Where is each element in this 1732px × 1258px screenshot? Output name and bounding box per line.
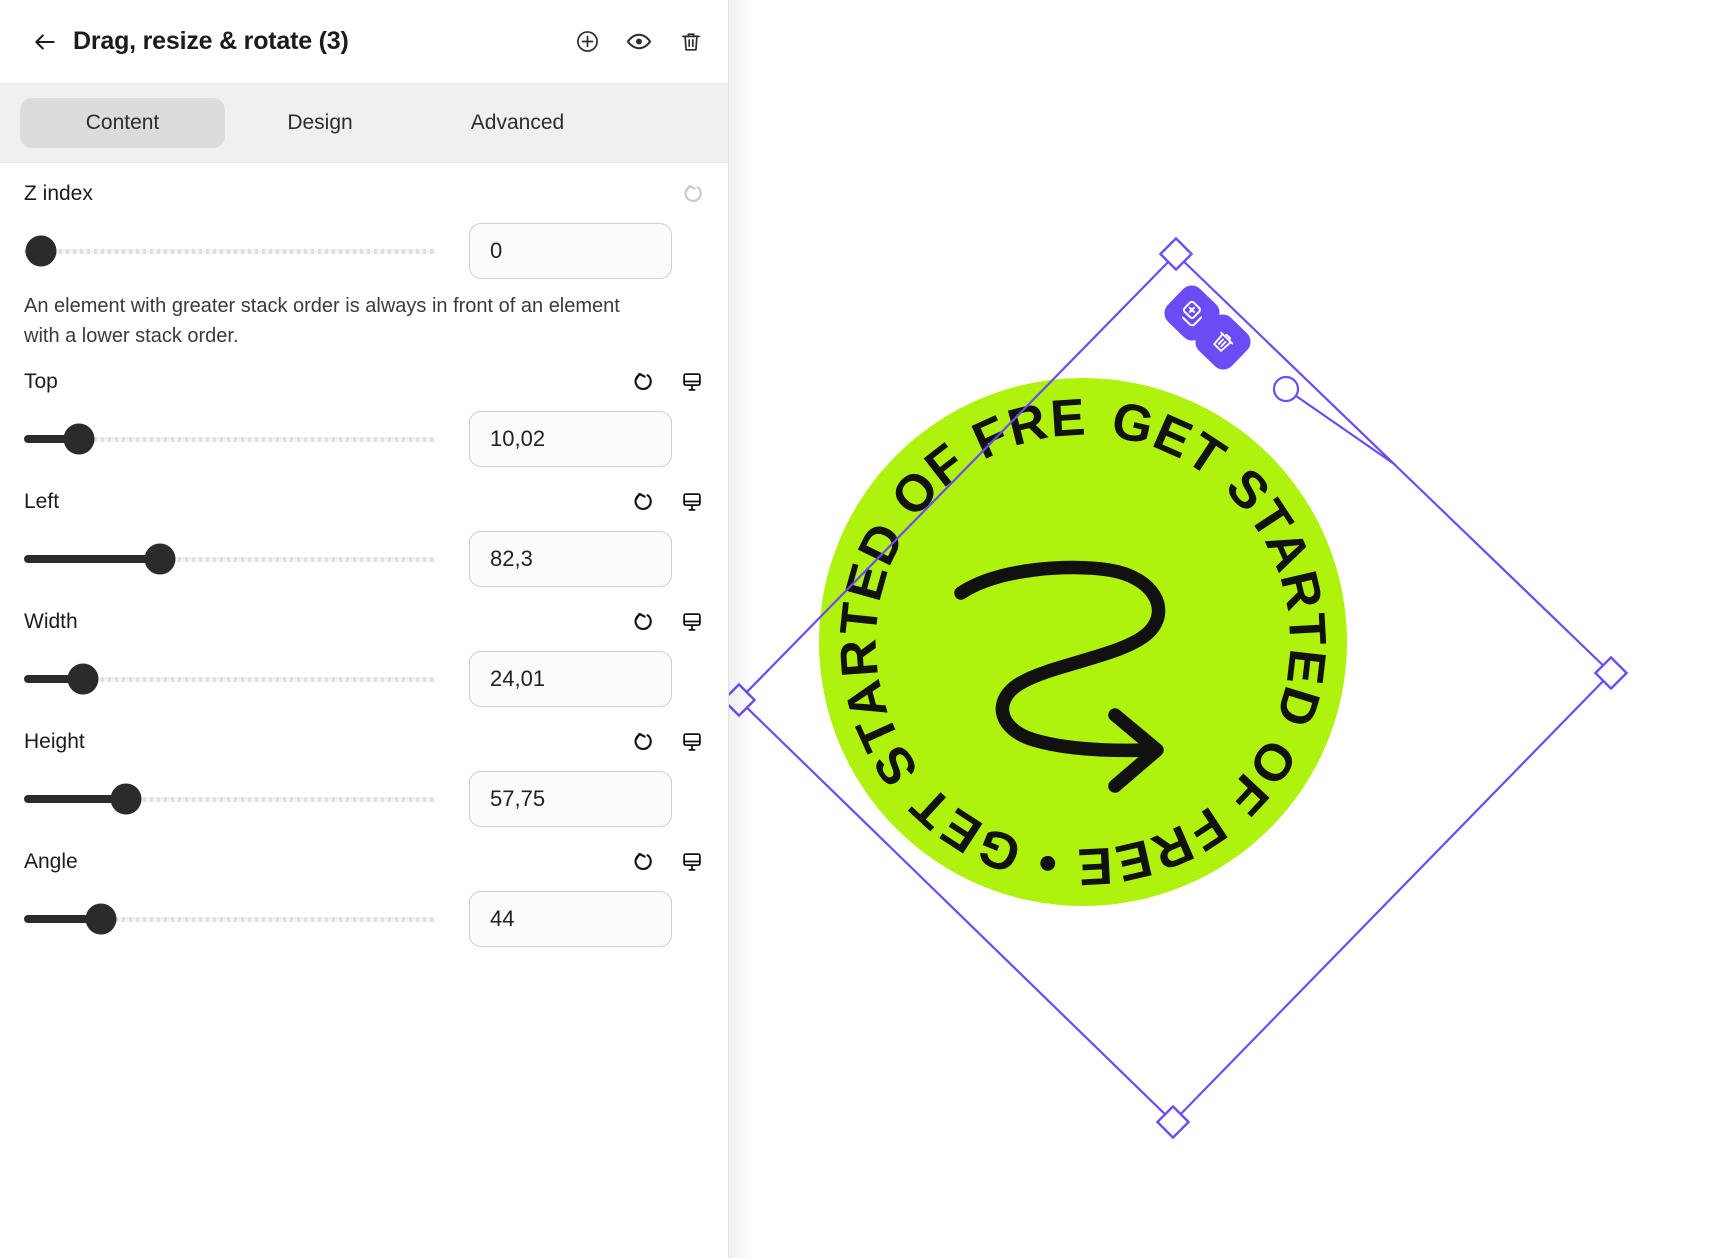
desktop-breakpoint-icon[interactable]: [680, 610, 704, 634]
input-top[interactable]: 10,02: [469, 411, 672, 467]
field-row-z-index: 0: [24, 219, 704, 283]
tab-bar: Content Design Advanced: [0, 84, 728, 163]
field-width: Width 24,01: [24, 591, 704, 711]
sticker-element[interactable]: GET STARTED OF FREE • GET STARTED OF FRE…: [819, 378, 1347, 906]
field-icons-z-index: [680, 182, 704, 206]
tab-content[interactable]: Content: [20, 98, 225, 148]
panel-body: Z index 0 An element with greater stack or…: [0, 163, 728, 1258]
field-top: Top 10,02: [24, 351, 704, 471]
field-icons-width: [630, 610, 704, 634]
field-icons-left: [630, 490, 704, 514]
input-left[interactable]: 82,3: [469, 531, 672, 587]
reset-icon[interactable]: [680, 182, 704, 206]
field-icons-angle: [630, 850, 704, 874]
field-z-index: Z index 0 An element with greater stack or…: [24, 163, 704, 351]
eye-icon[interactable]: [626, 29, 652, 55]
field-row-top: 10,02: [24, 407, 704, 471]
field-header-height: Height: [24, 711, 704, 767]
properties-panel: Drag, resize & rotate (3) Content Design…: [0, 0, 729, 1258]
field-label-top: Top: [24, 370, 58, 393]
field-header-width: Width: [24, 591, 704, 647]
input-angle[interactable]: 44: [469, 891, 672, 947]
field-row-height: 57,75: [24, 767, 704, 831]
slider-knob-z-index[interactable]: [25, 235, 57, 267]
handle-right[interactable]: [1593, 655, 1629, 691]
slider-knob-width[interactable]: [67, 663, 99, 695]
handle-bottom[interactable]: [1155, 1104, 1191, 1140]
desktop-breakpoint-icon[interactable]: [680, 370, 704, 394]
arrow-left-icon[interactable]: [28, 25, 62, 59]
header-actions: [574, 29, 704, 55]
tab-advanced[interactable]: Advanced: [415, 98, 620, 148]
help-text-z-index: An element with greater stack order is a…: [24, 295, 620, 347]
field-icons-top: [630, 370, 704, 394]
field-header-z-index: Z index: [24, 163, 704, 219]
slider-angle[interactable]: [24, 903, 436, 935]
tab-design[interactable]: Design: [225, 98, 415, 148]
input-height[interactable]: 57,75: [469, 771, 672, 827]
slider-top[interactable]: [24, 423, 436, 455]
slider-knob-angle[interactable]: [85, 903, 117, 935]
field-left: Left 82,3: [24, 471, 704, 591]
app-root: Drag, resize & rotate (3) Content Design…: [0, 0, 1732, 1258]
field-header-angle: Angle: [24, 831, 704, 887]
field-label-z-index: Z index: [24, 182, 93, 205]
slider-height[interactable]: [24, 783, 436, 815]
handle-top[interactable]: [1158, 236, 1194, 272]
reset-icon[interactable]: [630, 490, 654, 514]
slider-fill-left: [24, 555, 161, 563]
reset-icon[interactable]: [630, 370, 654, 394]
field-label-angle: Angle: [24, 850, 78, 873]
reset-icon[interactable]: [630, 730, 654, 754]
slider-z-index[interactable]: [24, 235, 436, 267]
field-header-top: Top: [24, 351, 704, 407]
field-row-angle: 44: [24, 887, 704, 951]
field-icons-height: [630, 730, 704, 754]
page-title: Drag, resize & rotate (3): [73, 27, 349, 55]
slider-knob-top[interactable]: [63, 423, 95, 455]
slider-knob-height[interactable]: [110, 783, 142, 815]
slider-left[interactable]: [24, 543, 436, 575]
design-canvas[interactable]: GET STARTED OF FREE • GET STARTED OF FRE…: [729, 0, 1732, 1258]
desktop-breakpoint-icon[interactable]: [680, 490, 704, 514]
input-width[interactable]: 24,01: [469, 651, 672, 707]
field-label-height: Height: [24, 730, 85, 753]
desktop-breakpoint-icon[interactable]: [680, 850, 704, 874]
field-row-width: 24,01: [24, 647, 704, 711]
desktop-breakpoint-icon[interactable]: [680, 730, 704, 754]
slider-track-z-index: [24, 249, 436, 254]
field-angle: Angle 44: [24, 831, 704, 951]
plus-circle-icon[interactable]: [574, 29, 600, 55]
slider-knob-left[interactable]: [144, 543, 176, 575]
reset-icon[interactable]: [630, 850, 654, 874]
panel-header: Drag, resize & rotate (3): [0, 0, 728, 84]
field-height: Height 57,75: [24, 711, 704, 831]
field-label-left: Left: [24, 490, 60, 513]
slider-width[interactable]: [24, 663, 436, 695]
trash-icon[interactable]: [678, 29, 704, 55]
field-row-left: 82,3: [24, 527, 704, 591]
field-label-width: Width: [24, 610, 78, 633]
field-header-left: Left: [24, 471, 704, 527]
handle-left[interactable]: [729, 682, 757, 718]
reset-icon[interactable]: [630, 610, 654, 634]
input-z-index[interactable]: 0: [469, 223, 672, 279]
